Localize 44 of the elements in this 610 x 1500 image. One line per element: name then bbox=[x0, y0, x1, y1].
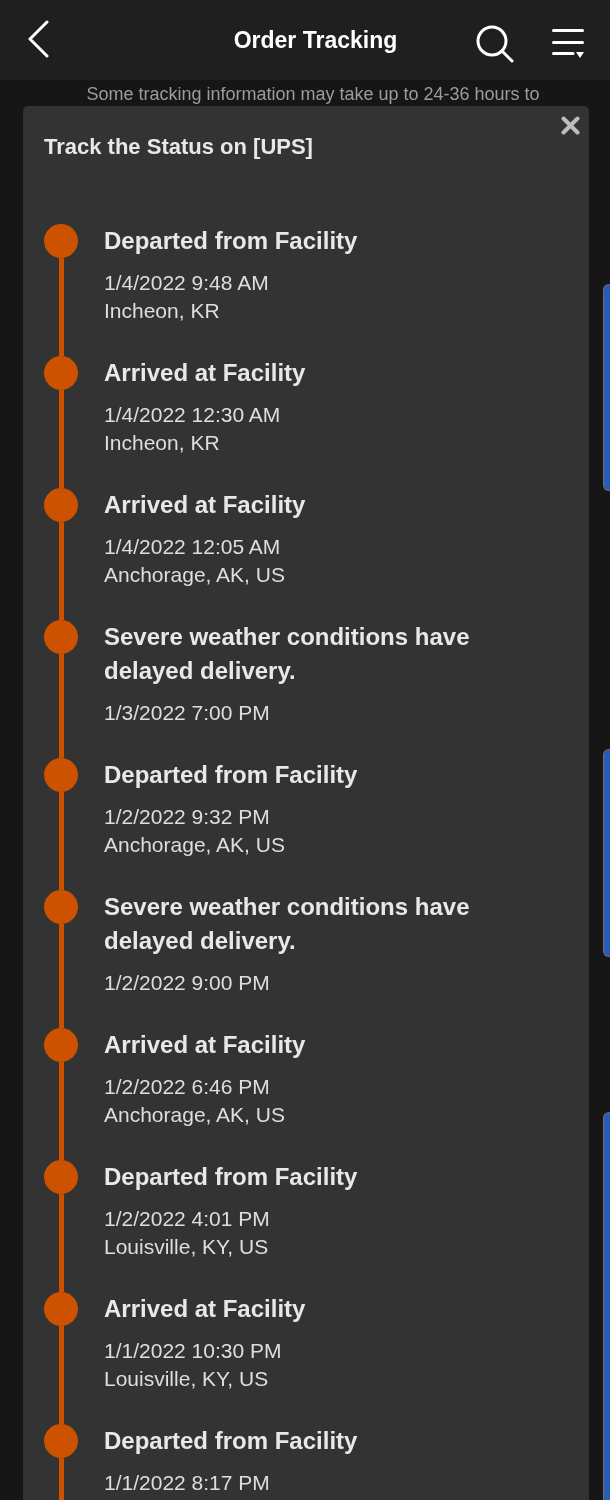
event-location: Incheon, KR bbox=[104, 298, 221, 324]
timeline-dot-icon bbox=[44, 356, 78, 390]
dialog-title: Track the Status on [UPS] bbox=[44, 133, 314, 161]
timeline-dot-icon bbox=[44, 1292, 78, 1326]
event-status: Departed from Facility bbox=[104, 760, 359, 790]
event-status: Departed from Facility bbox=[104, 226, 359, 256]
event-date: 1/1/2022 8:17 PM bbox=[104, 1470, 271, 1496]
event-date: 1/3/2022 7:00 PM bbox=[104, 700, 271, 726]
event-location: Incheon, KR bbox=[104, 430, 221, 456]
event-date: 1/1/2022 10:30 PM bbox=[104, 1338, 283, 1364]
timeline-dot-icon bbox=[44, 890, 78, 924]
event-date: 1/2/2022 6:46 PM bbox=[104, 1074, 271, 1100]
event-location: Louisville, KY, US bbox=[104, 1366, 270, 1392]
event-status: Arrived at Facility bbox=[104, 1294, 307, 1324]
event-status: Arrived at Facility bbox=[104, 358, 307, 388]
event-status: Departed from Facility bbox=[104, 1426, 359, 1456]
search-icon[interactable] bbox=[476, 25, 514, 63]
event-location: Anchorage, AK, US bbox=[104, 832, 286, 858]
timeline-dot-icon bbox=[44, 224, 78, 258]
timeline-dot-icon bbox=[44, 1160, 78, 1194]
timeline-dot-icon bbox=[44, 1028, 78, 1062]
event-location: Louisville, KY, US bbox=[104, 1234, 270, 1260]
event-date: 1/2/2022 9:32 PM bbox=[104, 804, 271, 830]
event-status: Severe weather conditions have delayed delivery. bbox=[104, 622, 471, 686]
event-date: 1/4/2022 9:48 AM bbox=[104, 270, 270, 296]
back-icon[interactable] bbox=[27, 20, 49, 58]
notice-text: Some tracking information may take up to 24-36 hours to bbox=[85, 84, 541, 104]
close-icon[interactable] bbox=[561, 116, 580, 135]
event-date: 1/4/2022 12:05 AM bbox=[104, 534, 282, 560]
event-status: Severe weather conditions have delayed delivery. bbox=[104, 892, 471, 956]
event-status: Arrived at Facility bbox=[104, 1030, 307, 1060]
event-date: 1/2/2022 4:01 PM bbox=[104, 1206, 271, 1232]
event-date: 1/2/2022 9:00 PM bbox=[104, 970, 271, 996]
timeline-dot-icon bbox=[44, 620, 78, 654]
event-status: Departed from Facility bbox=[104, 1162, 359, 1192]
event-location: Anchorage, AK, US bbox=[104, 562, 286, 588]
event-location: Anchorage, AK, US bbox=[104, 1102, 286, 1128]
page-title: Order Tracking bbox=[233, 26, 398, 54]
timeline-dot-icon bbox=[44, 1424, 78, 1458]
event-date: 1/4/2022 12:30 AM bbox=[104, 402, 282, 428]
event-status: Arrived at Facility bbox=[104, 490, 307, 520]
timeline-dot-icon bbox=[44, 488, 78, 522]
timeline-dot-icon bbox=[44, 758, 78, 792]
sort-menu-icon[interactable] bbox=[552, 28, 584, 58]
